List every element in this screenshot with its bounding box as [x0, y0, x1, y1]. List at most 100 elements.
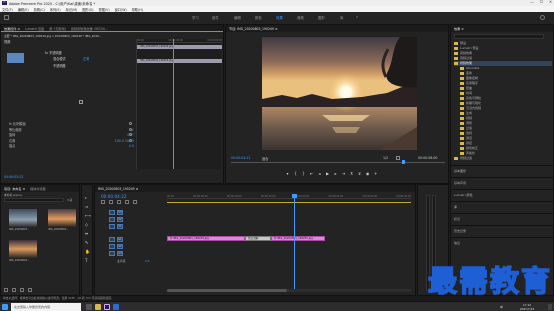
- minimize-button[interactable]: —: [530, 0, 534, 4]
- premiere-taskbar-icon[interactable]: [104, 304, 110, 310]
- timeline-clip-v1-first[interactable]: fx IMG_20200803_190249.jpg: [167, 236, 245, 241]
- menu-file[interactable]: 文件(F): [2, 7, 13, 12]
- task-view-icon[interactable]: [86, 304, 92, 310]
- maximize-button[interactable]: ☐: [540, 0, 543, 4]
- taskbar-search-box[interactable]: 在这里输入你要搜索的内容: [11, 303, 81, 311]
- timeline-playhead-handle[interactable]: [292, 194, 297, 198]
- slip-tool-icon[interactable]: ⇹: [85, 231, 89, 236]
- effect-controls-timecode[interactable]: 00:00:03:22: [4, 175, 23, 179]
- timeline-timecode[interactable]: 00:00:04:22: [101, 194, 127, 199]
- track-label-a3[interactable]: A3: [117, 251, 123, 256]
- tab-source[interactable]: 源: (无剪辑): [49, 26, 66, 31]
- add-marker-icon[interactable]: [125, 200, 129, 204]
- resolution-dropdown[interactable]: 1/2: [383, 156, 388, 160]
- master-track-volume[interactable]: 0.0: [145, 259, 149, 263]
- scrollbar-thumb[interactable]: [167, 289, 287, 292]
- razor-tool-icon[interactable]: ◇: [85, 222, 89, 227]
- uniform-scale-checkbox[interactable]: [79, 100, 83, 104]
- workspace-tab-color[interactable]: 颜色: [255, 15, 262, 20]
- timeline-settings-icon[interactable]: [133, 200, 137, 204]
- pen-tool-icon[interactable]: ✎: [85, 240, 89, 245]
- reset-icon[interactable]: [129, 138, 132, 142]
- track-label-v2[interactable]: V2: [117, 217, 123, 222]
- icon-view-icon[interactable]: [12, 288, 16, 292]
- workspace-tab-assembly[interactable]: 组件: [212, 15, 219, 20]
- wrench-icon[interactable]: [396, 156, 400, 160]
- effects-panel-title[interactable]: 效果 ≡: [454, 26, 464, 31]
- track-label-v3[interactable]: V3: [117, 210, 123, 215]
- home-icon[interactable]: [4, 15, 9, 20]
- export-frame-icon[interactable]: ◉: [364, 171, 371, 177]
- step-back-icon[interactable]: ◂: [316, 171, 323, 177]
- workspace-tab-editing[interactable]: 编辑: [234, 15, 241, 20]
- menu-graphics[interactable]: 图形(G): [82, 7, 93, 12]
- work-area-bar[interactable]: [167, 202, 411, 203]
- word-taskbar-icon[interactable]: [113, 304, 119, 310]
- workspace-more-button[interactable]: »: [356, 15, 358, 19]
- windows-start-icon[interactable]: [2, 304, 8, 310]
- timeline-playhead[interactable]: [294, 194, 295, 290]
- project-search-input[interactable]: [4, 198, 64, 202]
- mini-clip-bar[interactable]: IMG_20200803_190249.jpg: [137, 45, 222, 49]
- selection-tool-icon[interactable]: ▸: [85, 195, 89, 200]
- menu-help[interactable]: 帮助(H): [132, 7, 143, 12]
- reset-icon[interactable]: [129, 127, 132, 131]
- menu-edit[interactable]: 编辑(E): [18, 7, 29, 12]
- track-target-a1[interactable]: [109, 237, 115, 242]
- track-target-a3[interactable]: [109, 251, 115, 256]
- panel-lumetri-color[interactable]: Lumetri 颜色: [451, 189, 554, 201]
- ripple-edit-tool-icon[interactable]: ⟷: [85, 213, 91, 218]
- timeline-horizontal-scrollbar[interactable]: [167, 289, 411, 292]
- tab-lumetri-scopes[interactable]: Lumetri 范围: [25, 26, 44, 31]
- menu-clip[interactable]: 剪辑(C): [34, 7, 45, 12]
- notification-center-icon[interactable]: [548, 304, 552, 310]
- timeline-clip-v1-second[interactable]: fx IMG_20200803_190255.jpg: [271, 236, 325, 241]
- workspace-tab-graphics[interactable]: 图形: [318, 15, 325, 20]
- cross-dissolve-transition[interactable]: 交叉溶解: [245, 236, 271, 241]
- workspace-tab-libraries[interactable]: 库: [340, 15, 343, 20]
- mini-playhead[interactable]: [173, 39, 174, 169]
- workspace-tab-audio[interactable]: 音频: [297, 15, 304, 20]
- go-to-out-icon[interactable]: ⇥: [340, 171, 347, 177]
- go-to-in-icon[interactable]: ⇤: [308, 171, 315, 177]
- snap-icon[interactable]: [109, 200, 113, 204]
- panel-essential-graphics[interactable]: 基本图形: [451, 165, 554, 177]
- tab-project[interactable]: 项目: 未命名 ≡: [4, 186, 25, 191]
- program-timecode-current[interactable]: 00:00:04:22: [231, 156, 250, 160]
- mini-clip-bar[interactable]: IMG_20200803_190255.jpg: [137, 59, 222, 63]
- hand-tool-icon[interactable]: ✋: [85, 249, 90, 254]
- project-thumbnail[interactable]: [9, 209, 37, 227]
- workspace-tab-learn[interactable]: 学习: [192, 15, 199, 20]
- new-item-icon[interactable]: [28, 288, 32, 292]
- panel-markers[interactable]: 标记: [451, 213, 554, 225]
- input-language-indicator[interactable]: 中: [500, 305, 503, 309]
- close-button[interactable]: ✕: [549, 0, 552, 4]
- workspace-tab-effects[interactable]: 效果: [276, 15, 283, 20]
- timeline-ruler[interactable]: 00:00 00:00:05:00 00:00:10:00 00:00:15:0…: [167, 195, 411, 199]
- fit-dropdown[interactable]: 适合: [262, 156, 268, 161]
- track-label-a2[interactable]: A2: [117, 244, 123, 249]
- extract-icon[interactable]: ⊻: [356, 171, 363, 177]
- file-explorer-icon[interactable]: [95, 304, 101, 310]
- panel-history[interactable]: 历史记录: [451, 225, 554, 237]
- track-target-v2[interactable]: [109, 217, 115, 222]
- program-playhead-marker[interactable]: [402, 160, 405, 164]
- reset-icon[interactable]: [129, 133, 132, 136]
- add-marker-icon[interactable]: ▾: [284, 171, 291, 177]
- panel-essential-sound[interactable]: 基本声音: [451, 177, 554, 189]
- type-tool-icon[interactable]: T: [85, 258, 89, 263]
- button-editor-icon[interactable]: +: [372, 171, 379, 177]
- tab-effect-controls[interactable]: 效果控件 ≡: [4, 26, 20, 31]
- nest-icon[interactable]: [101, 200, 105, 204]
- tab-audio-clip-mixer[interactable]: 音频剪辑混合器: DSC00...: [71, 26, 108, 31]
- track-label-v1[interactable]: V1: [117, 224, 123, 229]
- linked-selection-icon[interactable]: [117, 200, 121, 204]
- menu-marker[interactable]: 标记(M): [66, 7, 78, 12]
- panel-libraries[interactable]: 库: [451, 201, 554, 213]
- effects-search-input[interactable]: [454, 34, 544, 39]
- project-thumbnail[interactable]: [48, 209, 76, 227]
- tab-media-browser[interactable]: 媒体浏览器: [30, 186, 45, 191]
- tree-item[interactable]: 视频过渡: [454, 156, 552, 161]
- system-clock[interactable]: 17:12 2021/7/24: [512, 303, 542, 311]
- mark-out-icon[interactable]: }: [300, 171, 307, 177]
